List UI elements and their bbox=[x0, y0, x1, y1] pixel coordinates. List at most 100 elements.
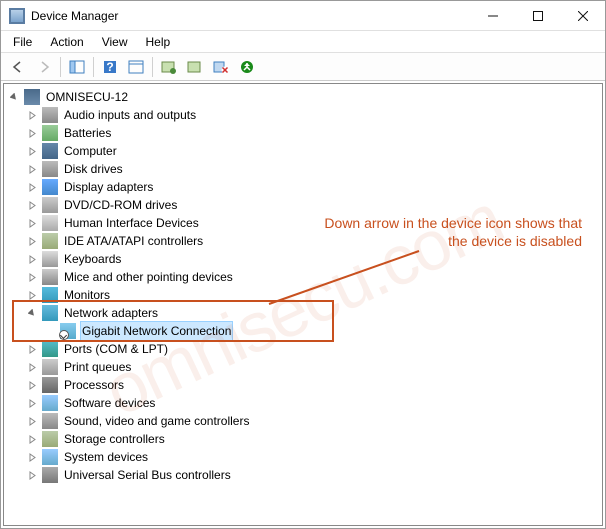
expander-closed-icon[interactable] bbox=[24, 143, 40, 159]
display-icon bbox=[42, 179, 58, 195]
expander-closed-icon[interactable] bbox=[24, 233, 40, 249]
item-label: Ports (COM & LPT) bbox=[62, 340, 170, 358]
item-label: Human Interface Devices bbox=[62, 214, 201, 232]
expander-closed-icon[interactable] bbox=[24, 179, 40, 195]
tree-row[interactable]: Human Interface Devices bbox=[4, 214, 602, 232]
update-driver-button[interactable] bbox=[183, 56, 207, 78]
expander-closed-icon[interactable] bbox=[24, 377, 40, 393]
tree-row[interactable]: Mice and other pointing devices bbox=[4, 268, 602, 286]
tree-row[interactable]: Keyboards bbox=[4, 250, 602, 268]
expander-closed-icon[interactable] bbox=[24, 359, 40, 375]
window-controls bbox=[470, 1, 605, 30]
app-icon bbox=[9, 8, 25, 24]
close-button[interactable] bbox=[560, 1, 605, 31]
expander-closed-icon[interactable] bbox=[24, 395, 40, 411]
tree-row[interactable]: IDE ATA/ATAPI controllers bbox=[4, 232, 602, 250]
menubar: File Action View Help bbox=[1, 31, 605, 53]
scan-hardware-button[interactable] bbox=[235, 56, 259, 78]
tree-row[interactable]: Processors bbox=[4, 376, 602, 394]
item-label: Display adapters bbox=[62, 178, 155, 196]
expander-closed-icon[interactable] bbox=[24, 287, 40, 303]
expander-closed-icon[interactable] bbox=[24, 269, 40, 285]
item-label: Network adapters bbox=[62, 304, 160, 322]
item-label: Universal Serial Bus controllers bbox=[62, 466, 233, 484]
expander-closed-icon[interactable] bbox=[24, 413, 40, 429]
software-icon bbox=[42, 395, 58, 411]
item-label: Sound, video and game controllers bbox=[62, 412, 251, 430]
tree-row[interactable]: Software devices bbox=[4, 394, 602, 412]
item-label-selected: Gigabit Network Connection bbox=[80, 321, 233, 341]
tree-row[interactable]: Ports (COM & LPT) bbox=[4, 340, 602, 358]
item-label: Disk drives bbox=[62, 160, 125, 178]
printer-icon bbox=[42, 359, 58, 375]
expander-closed-icon[interactable] bbox=[24, 431, 40, 447]
expander-closed-icon[interactable] bbox=[24, 467, 40, 483]
tree-row[interactable]: Print queues bbox=[4, 358, 602, 376]
expander-closed-icon[interactable] bbox=[24, 215, 40, 231]
tree-root-row[interactable]: OMNISECU-12 bbox=[4, 88, 602, 106]
expander-closed-icon[interactable] bbox=[24, 449, 40, 465]
expander-closed-icon[interactable] bbox=[24, 197, 40, 213]
toolbar: ? bbox=[1, 53, 605, 81]
uninstall-button[interactable] bbox=[209, 56, 233, 78]
enable-button[interactable] bbox=[157, 56, 181, 78]
port-icon bbox=[42, 341, 58, 357]
item-label: Mice and other pointing devices bbox=[62, 268, 235, 286]
dvd-icon bbox=[42, 197, 58, 213]
expander-open-icon[interactable] bbox=[6, 89, 22, 105]
window-title: Device Manager bbox=[31, 9, 470, 23]
expander-closed-icon[interactable] bbox=[24, 107, 40, 123]
expander-closed-icon[interactable] bbox=[24, 161, 40, 177]
menu-help[interactable]: Help bbox=[138, 33, 179, 51]
tree-row[interactable]: Display adapters bbox=[4, 178, 602, 196]
help-button[interactable]: ? bbox=[98, 56, 122, 78]
processor-icon bbox=[42, 377, 58, 393]
root-label: OMNISECU-12 bbox=[44, 88, 130, 106]
hid-icon bbox=[42, 215, 58, 231]
maximize-button[interactable] bbox=[515, 1, 560, 31]
expander-open-icon[interactable] bbox=[24, 305, 40, 321]
titlebar: Device Manager bbox=[1, 1, 605, 31]
tree-row-network-child[interactable]: Gigabit Network Connection bbox=[4, 322, 602, 340]
content-wrap: omnisecu.com OMNISECU-12 Audio inputs an… bbox=[1, 81, 605, 528]
tree-row[interactable]: Batteries bbox=[4, 124, 602, 142]
forward-button[interactable] bbox=[32, 56, 56, 78]
device-tree-panel[interactable]: omnisecu.com OMNISECU-12 Audio inputs an… bbox=[3, 83, 603, 526]
tree-row[interactable]: Universal Serial Bus controllers bbox=[4, 466, 602, 484]
tree-row[interactable]: Disk drives bbox=[4, 160, 602, 178]
tree-row-network[interactable]: Network adapters bbox=[4, 304, 602, 322]
item-label: Monitors bbox=[62, 286, 112, 304]
tree-row[interactable]: Monitors bbox=[4, 286, 602, 304]
menu-view[interactable]: View bbox=[94, 33, 136, 51]
minimize-button[interactable] bbox=[470, 1, 515, 31]
item-label: IDE ATA/ATAPI controllers bbox=[62, 232, 205, 250]
expander-closed-icon[interactable] bbox=[24, 125, 40, 141]
item-label: Software devices bbox=[62, 394, 157, 412]
device-tree: OMNISECU-12 Audio inputs and outputs Bat… bbox=[4, 88, 602, 484]
sound-video-icon bbox=[42, 413, 58, 429]
item-label: Storage controllers bbox=[62, 430, 167, 448]
expander-closed-icon[interactable] bbox=[24, 341, 40, 357]
item-label: Batteries bbox=[62, 124, 113, 142]
audio-icon bbox=[42, 107, 58, 123]
item-label: Print queues bbox=[62, 358, 133, 376]
item-label: DVD/CD-ROM drives bbox=[62, 196, 179, 214]
tree-row[interactable]: DVD/CD-ROM drives bbox=[4, 196, 602, 214]
item-label: Keyboards bbox=[62, 250, 123, 268]
tree-row[interactable]: Storage controllers bbox=[4, 430, 602, 448]
tree-row[interactable]: Audio inputs and outputs bbox=[4, 106, 602, 124]
expander-closed-icon[interactable] bbox=[24, 251, 40, 267]
tree-row[interactable]: Sound, video and game controllers bbox=[4, 412, 602, 430]
keyboard-icon bbox=[42, 251, 58, 267]
mouse-icon bbox=[42, 269, 58, 285]
properties-button[interactable] bbox=[124, 56, 148, 78]
menu-file[interactable]: File bbox=[5, 33, 40, 51]
item-label: Processors bbox=[62, 376, 126, 394]
tree-row[interactable]: Computer bbox=[4, 142, 602, 160]
computer-icon bbox=[24, 89, 40, 105]
menu-action[interactable]: Action bbox=[42, 33, 91, 51]
show-hide-tree-button[interactable] bbox=[65, 56, 89, 78]
tree-row[interactable]: System devices bbox=[4, 448, 602, 466]
back-button[interactable] bbox=[6, 56, 30, 78]
svg-text:?: ? bbox=[106, 60, 113, 74]
